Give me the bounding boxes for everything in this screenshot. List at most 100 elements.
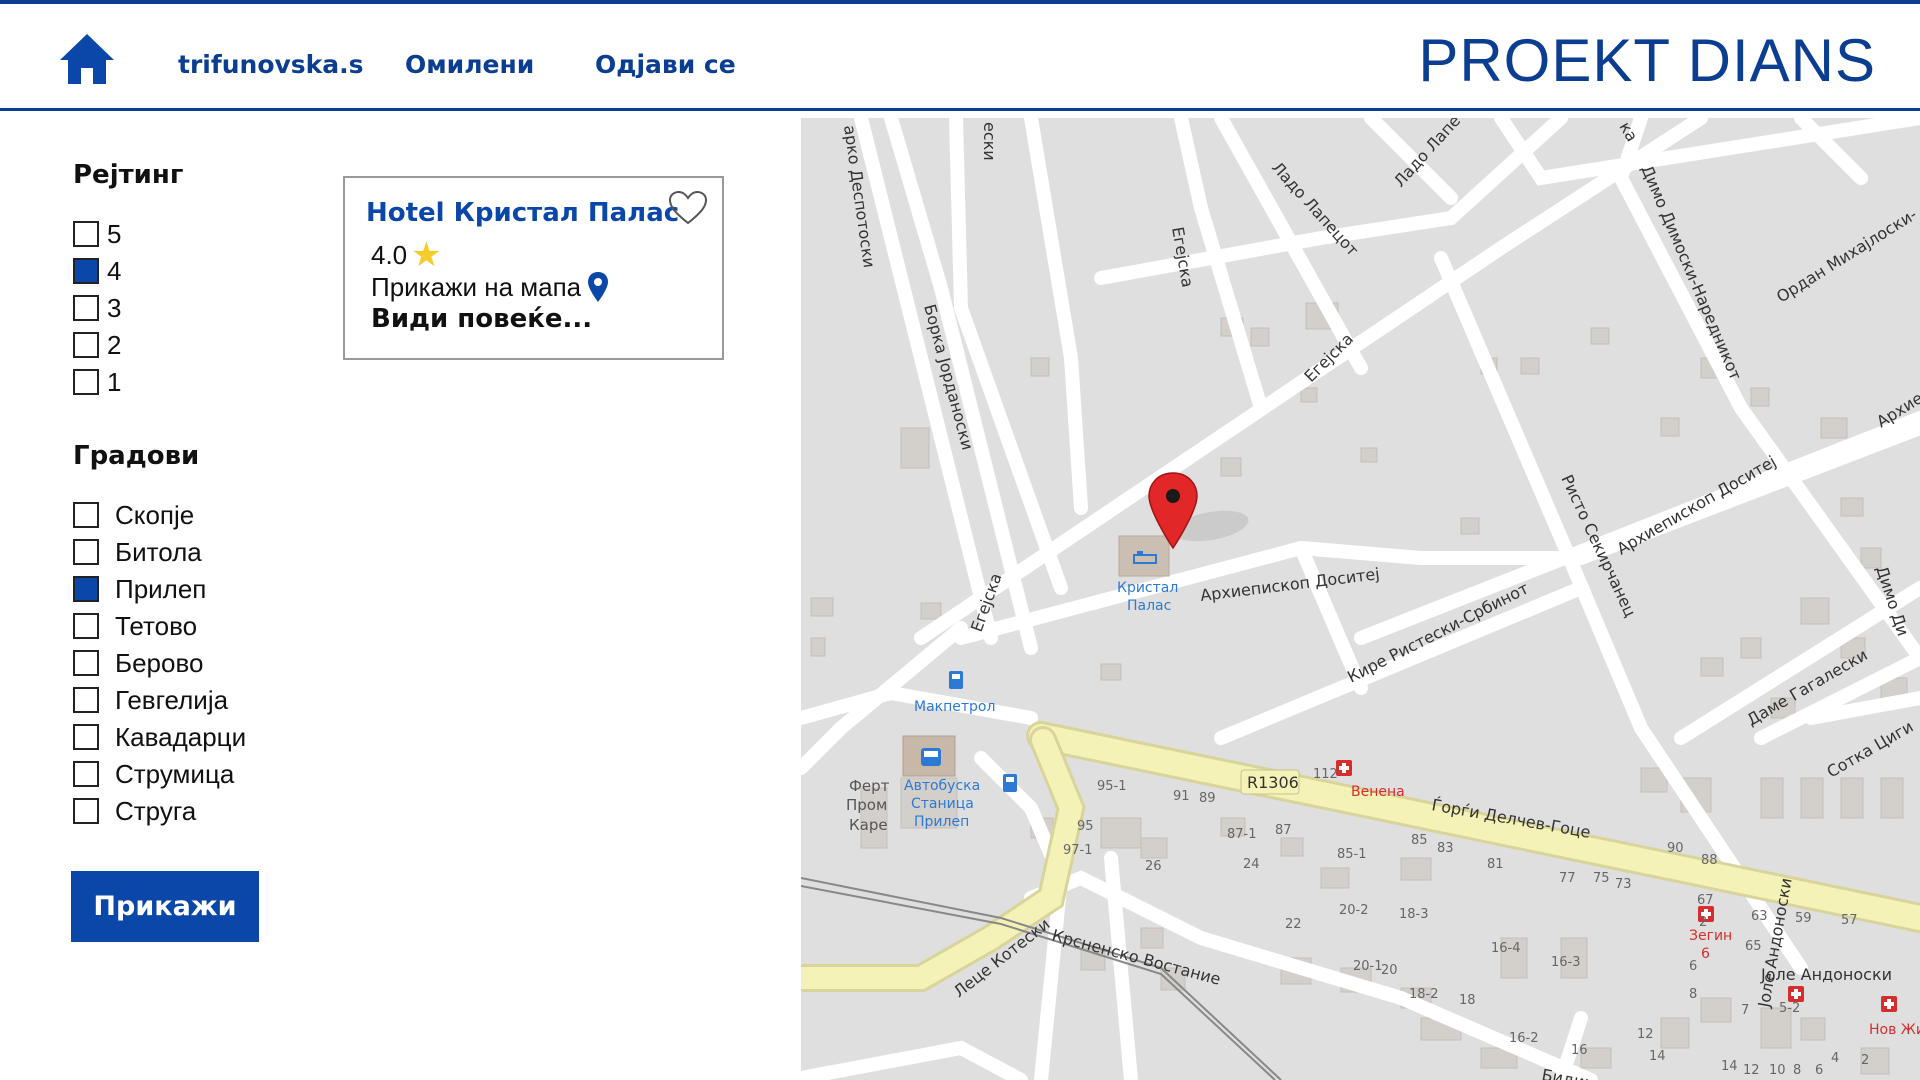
rating-option-label: 4 <box>107 255 122 286</box>
city-option-prilep[interactable]: Прилеп <box>73 574 206 604</box>
poi-label: Макпетрол <box>914 699 995 715</box>
poi-label: Нов Живо <box>1869 1022 1920 1038</box>
rating-option-5[interactable]: 5 <box>73 219 121 249</box>
rating-checkbox[interactable] <box>73 332 99 358</box>
house-number: 87 <box>1275 823 1292 838</box>
city-option-tetovo[interactable]: Тетово <box>73 611 197 641</box>
house-number: 16-2 <box>1509 1031 1539 1046</box>
house-number: 2 <box>1861 1053 1869 1068</box>
house-number: 97-1 <box>1063 843 1093 858</box>
see-more-link[interactable]: Види повеќе... <box>371 304 592 334</box>
bus-icon <box>921 748 941 766</box>
house-number: 85 <box>1411 833 1428 848</box>
city-option-label: Струмица <box>115 758 235 789</box>
house-number: 67 <box>1697 893 1714 908</box>
house-number: 65 <box>1745 939 1762 954</box>
house-number: 8 <box>1793 1063 1801 1078</box>
pharmacy-icon <box>1788 986 1804 1002</box>
house-number: 91 <box>1173 789 1190 804</box>
rating-option-4[interactable]: 4 <box>73 256 121 286</box>
city-option-label: Кавадарци <box>115 721 247 752</box>
house-number: 26 <box>1145 859 1162 874</box>
hotel-title[interactable]: Hotel Кристал Палас <box>366 198 679 228</box>
house-number: 8 <box>1689 987 1697 1002</box>
rating-checkbox[interactable] <box>73 369 99 395</box>
house-number: 4 <box>1831 1051 1839 1066</box>
city-option-label: Прилеп <box>115 573 207 604</box>
city-option-label: Гевгелија <box>115 684 229 715</box>
nav-user[interactable]: trifunovska.s <box>178 50 364 79</box>
poi-label: Каре <box>849 816 888 834</box>
show-on-map-link[interactable]: Прикажи на мапа <box>371 271 609 303</box>
star-icon: ★ <box>411 236 442 274</box>
house-number: 95-1 <box>1097 779 1127 794</box>
rating-filter-title: Рејтинг <box>73 160 184 190</box>
house-number: 6 <box>1689 959 1697 974</box>
city-checkbox[interactable] <box>73 613 99 639</box>
city-checkbox[interactable] <box>73 724 99 750</box>
nav-logout[interactable]: Одјави се <box>595 50 736 79</box>
city-checkbox[interactable] <box>73 798 99 824</box>
home-icon[interactable] <box>58 32 116 86</box>
rating-option-label: 1 <box>107 366 122 397</box>
street-label: ески <box>980 122 999 161</box>
city-option-strumica[interactable]: Струмица <box>73 759 234 789</box>
heart-outline-icon[interactable] <box>668 190 708 226</box>
city-option-label: Битола <box>115 536 202 567</box>
rating-checkbox[interactable] <box>73 295 99 321</box>
header-divider <box>0 108 1920 111</box>
map-view[interactable]: арко Деспотоски ески Борка Јорданоски Ег… <box>801 118 1920 1080</box>
house-number: 83 <box>1437 841 1454 856</box>
city-option-gevgelija[interactable]: Гевгелија <box>73 685 228 715</box>
rating-option-3[interactable]: 3 <box>73 293 121 323</box>
pharmacy-icon <box>1881 996 1897 1012</box>
rating-option-label: 3 <box>107 292 122 323</box>
hotel-card: Hotel Кристал Палас 4.0 ★ Прикажи на мап… <box>343 176 724 360</box>
show-results-button[interactable]: Прикажи <box>71 871 259 942</box>
house-number: 20-2 <box>1339 903 1369 918</box>
city-option-skopje[interactable]: Скопје <box>73 500 194 530</box>
location-pin-icon <box>588 272 609 302</box>
city-option-label: Скопје <box>115 499 195 530</box>
city-checkbox[interactable] <box>73 687 99 713</box>
house-number: 77 <box>1559 871 1576 886</box>
city-option-bitola[interactable]: Битола <box>73 537 202 567</box>
house-number: 16-3 <box>1551 955 1581 970</box>
city-checkbox[interactable] <box>73 539 99 565</box>
house-number: 12 <box>1743 1063 1760 1078</box>
city-option-label: Струга <box>115 795 197 826</box>
nav-favorites[interactable]: Омилени <box>405 50 534 79</box>
map-canvas[interactable]: арко Деспотоски ески Борка Јорданоски Ег… <box>801 118 1920 1080</box>
poi-label: Палас <box>1127 598 1171 614</box>
house-number: 112 <box>1313 767 1338 782</box>
house-number: 90 <box>1667 841 1684 856</box>
poi-label: Автобуска <box>904 778 980 794</box>
street-label: Јоле Андоноски <box>1760 965 1892 984</box>
poi-label: Зегин <box>1689 928 1732 944</box>
house-number: 95 <box>1077 819 1094 834</box>
city-option-berovo[interactable]: Берово <box>73 648 203 678</box>
house-number: 16 <box>1571 1043 1588 1058</box>
house-number: 63 <box>1751 909 1768 924</box>
house-number: 24 <box>1243 857 1260 872</box>
city-option-kavadarci[interactable]: Кавадарци <box>73 722 246 752</box>
house-number: 12 <box>1637 1027 1654 1042</box>
poi-label: Кристал <box>1117 580 1178 596</box>
rating-value: 4.0 <box>371 239 408 270</box>
pharmacy-icon <box>1336 760 1352 776</box>
rating-option-2[interactable]: 2 <box>73 330 121 360</box>
house-number: 73 <box>1615 877 1632 892</box>
city-option-struga[interactable]: Струга <box>73 796 196 826</box>
house-number: 2 <box>1699 915 1707 930</box>
city-checkbox[interactable] <box>73 502 99 528</box>
rating-checkbox[interactable] <box>73 258 99 284</box>
rating-checkbox[interactable] <box>73 221 99 247</box>
fuel-station-icon <box>949 671 963 689</box>
poi-label: Ферт <box>849 777 890 795</box>
city-checkbox[interactable] <box>73 650 99 676</box>
rating-option-1[interactable]: 1 <box>73 367 121 397</box>
city-checkbox[interactable] <box>73 576 99 602</box>
city-checkbox[interactable] <box>73 761 99 787</box>
poi-label: Пром <box>846 796 887 814</box>
house-number: 18-2 <box>1409 987 1439 1002</box>
